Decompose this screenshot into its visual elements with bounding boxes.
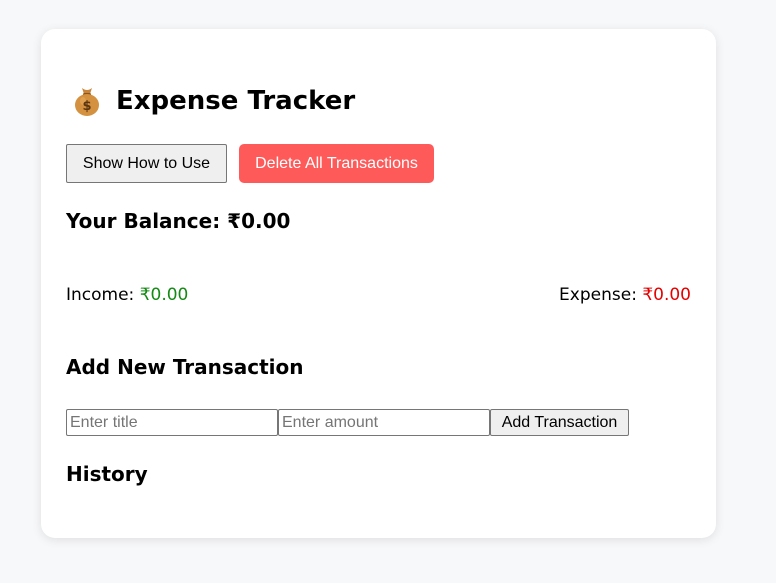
show-how-to-use-button[interactable]: Show How to Use [66,144,227,183]
add-transaction-button[interactable]: Add Transaction [490,409,629,436]
income-value: ₹0.00 [139,285,189,305]
balance-value: ₹0.00 [227,209,291,233]
income-label: Income: [66,285,140,305]
title-input[interactable] [66,409,278,436]
balance-heading: Your Balance: ₹0.00 [66,209,290,233]
expense-label: Expense: [559,285,643,305]
add-transaction-heading: Add New Transaction [66,355,304,379]
tracker-card: $ Expense Tracker Show How to Use Delete… [41,29,716,538]
app-title-text: Expense Tracker [116,86,356,116]
expense-summary: Expense: ₹0.00 [559,285,691,305]
money-bag-icon: $ [70,84,104,118]
expense-value: ₹0.00 [642,285,691,305]
history-heading: History [66,462,148,486]
delete-all-transactions-button[interactable]: Delete All Transactions [239,144,434,183]
page-title: $ Expense Tracker [70,84,355,118]
amount-input[interactable] [278,409,490,436]
svg-text:$: $ [82,99,91,114]
income-summary: Income: ₹0.00 [66,285,188,305]
balance-label: Your Balance: [66,209,228,233]
add-transaction-form: Add Transaction [66,409,629,436]
